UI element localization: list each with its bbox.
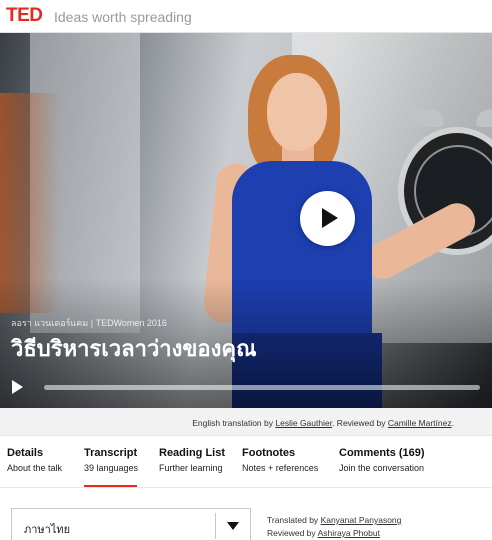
tab-sublabel: About the talk [7,463,63,473]
tab-reading-list[interactable]: Reading List Further learning [159,447,225,473]
translated-by-label: Translated by [267,515,319,525]
translated-by-link[interactable]: Kanyanat Panyasong [321,515,402,525]
tab-footnotes[interactable]: Footnotes Notes + references [242,447,318,473]
play-icon [322,208,338,228]
reviewed-by-link[interactable]: Ashiraya Phobut [318,528,380,538]
credits-middle: . Reviewed by [332,418,386,428]
tab-sublabel: Further learning [159,463,223,473]
tab-comments[interactable]: Comments (169) Join the conversation [339,447,425,473]
top-bar: TED Ideas worth spreading [0,0,492,33]
active-tab-indicator [84,485,137,487]
tab-label: Details [7,447,44,459]
tab-label: Transcript [84,447,138,459]
video-player[interactable]: ลอรา แวนเดอร์แคม | TEDWomen 2016 วิธีบริ… [0,33,492,408]
speaker-event[interactable]: ลอรา แวนเดอร์แคม | TEDWomen 2016 [11,316,167,330]
transcript-credits: Translated by Kanyanat Panyasong Reviewe… [267,514,401,540]
tab-label: Comments (169) [339,447,425,459]
video-controls [0,373,492,403]
tab-transcript[interactable]: Transcript 39 languages [84,447,139,487]
reviewed-by-label: Reviewed by [267,528,316,538]
play-icon-small[interactable] [12,380,23,394]
progress-bar[interactable] [44,385,480,390]
clock-bell-left [410,109,444,127]
reviewer-link[interactable]: Camille Martínez [388,418,452,428]
tab-sublabel: 39 languages [84,463,139,473]
translation-credits: English translation by Leslie Gauthier. … [0,408,492,436]
play-button[interactable] [300,191,355,246]
credits-suffix: . [451,418,454,428]
speaker-face [267,73,327,151]
language-select[interactable]: ภาษาไทย [11,508,251,540]
ted-logo[interactable]: TED [6,5,43,26]
talk-title: วิธีบริหารเวลาว่างของคุณ [11,336,257,361]
chevron-down-icon [227,522,239,530]
selected-language: ภาษาไทย [24,524,71,536]
translator-link[interactable]: Leslie Gauthier [275,418,332,428]
tab-details[interactable]: Details About the talk [7,447,62,473]
tab-label: Footnotes [242,447,296,459]
tab-sublabel: Join the conversation [339,463,425,473]
select-divider [215,513,216,539]
credits-prefix: English translation by [192,418,273,428]
tagline: Ideas worth spreading [54,9,192,25]
talk-tabs: Details About the talk Transcript 39 lan… [0,436,492,488]
tab-label: Reading List [159,447,226,459]
tab-sublabel: Notes + references [242,463,319,473]
